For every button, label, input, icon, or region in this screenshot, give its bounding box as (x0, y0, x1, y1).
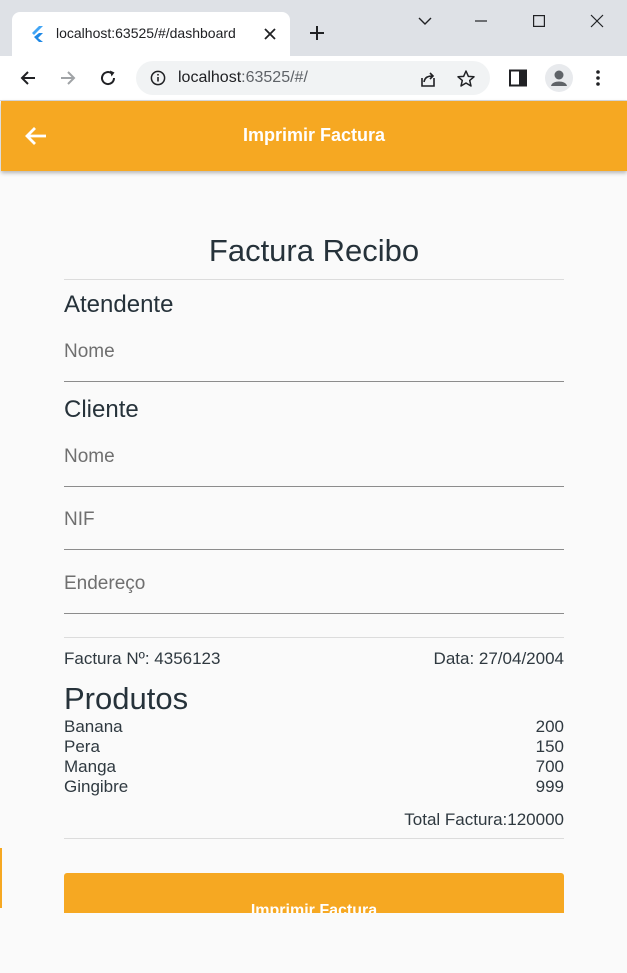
profile-avatar-icon[interactable] (545, 64, 573, 92)
product-name: Banana (64, 717, 123, 736)
back-icon[interactable] (14, 64, 42, 92)
share-icon[interactable] (418, 69, 438, 89)
print-invoice-button[interactable]: Imprimir Factura (64, 873, 564, 913)
client-nif-field[interactable] (64, 502, 564, 550)
close-window-icon[interactable] (580, 6, 614, 36)
app-bar-title: Imprimir Factura (242, 125, 386, 145)
page-title: Factura Recibo (208, 233, 420, 268)
title-divider (64, 279, 564, 280)
product-row: Banana 200 (64, 717, 564, 737)
address-bar[interactable]: localhost:63525/#/ (136, 61, 490, 95)
menu-kebab-icon[interactable] (587, 67, 609, 89)
bookmark-star-icon[interactable] (456, 69, 476, 89)
product-row: Gingibre 999 (64, 777, 564, 797)
minimize-icon[interactable] (464, 6, 498, 36)
product-name: Manga (64, 757, 116, 776)
forward-icon[interactable] (54, 64, 82, 92)
flutter-icon (32, 26, 43, 42)
product-name: Pera (64, 737, 100, 756)
total-divider (64, 838, 564, 839)
site-info-icon[interactable] (150, 70, 166, 86)
meta-divider (64, 637, 564, 638)
left-edge-fragment (0, 848, 2, 908)
product-name: Gingibre (64, 777, 129, 796)
invoice-total: Total Factura:120000 (404, 810, 564, 829)
browser-toolbar: localhost:63525/#/ (0, 56, 627, 101)
product-value: 999 (535, 777, 564, 796)
print-invoice-button-label: Imprimir Factura (250, 902, 378, 913)
invoice-date: Data: 27/04/2004 (433, 649, 564, 668)
attendant-heading: Atendente (64, 291, 174, 318)
attendant-name-input[interactable] (64, 334, 564, 370)
client-nif-input[interactable] (64, 502, 564, 538)
product-value: 700 (535, 757, 564, 776)
app-bar: Imprimir Factura (1, 101, 627, 171)
product-value: 150 (535, 737, 564, 756)
client-name-input[interactable] (64, 439, 564, 475)
browser-tab[interactable]: localhost:63525/#/dashboard (12, 12, 290, 56)
side-panel-icon[interactable] (507, 67, 529, 89)
client-address-field[interactable] (64, 566, 564, 614)
maximize-icon[interactable] (522, 6, 556, 36)
client-address-input[interactable] (64, 566, 564, 602)
product-row: Pera 150 (64, 737, 564, 757)
attendant-name-field[interactable] (64, 334, 564, 382)
invoice-number: Factura Nº: 4356123 (64, 649, 221, 668)
products-heading: Produtos (64, 681, 189, 716)
new-tab-icon[interactable] (304, 20, 330, 46)
reload-icon[interactable] (94, 64, 122, 92)
client-heading: Cliente (64, 396, 139, 423)
tab-title: localhost:63525/#/dashboard (56, 25, 236, 41)
close-tab-icon[interactable] (260, 24, 280, 44)
url-text[interactable]: localhost:63525/#/ (178, 69, 308, 87)
tab-search-icon[interactable] (408, 6, 442, 36)
product-row: Manga 700 (64, 757, 564, 777)
client-name-field[interactable] (64, 439, 564, 487)
browser-tab-strip: localhost:63525/#/dashboard (0, 0, 627, 56)
product-value: 200 (535, 717, 564, 736)
